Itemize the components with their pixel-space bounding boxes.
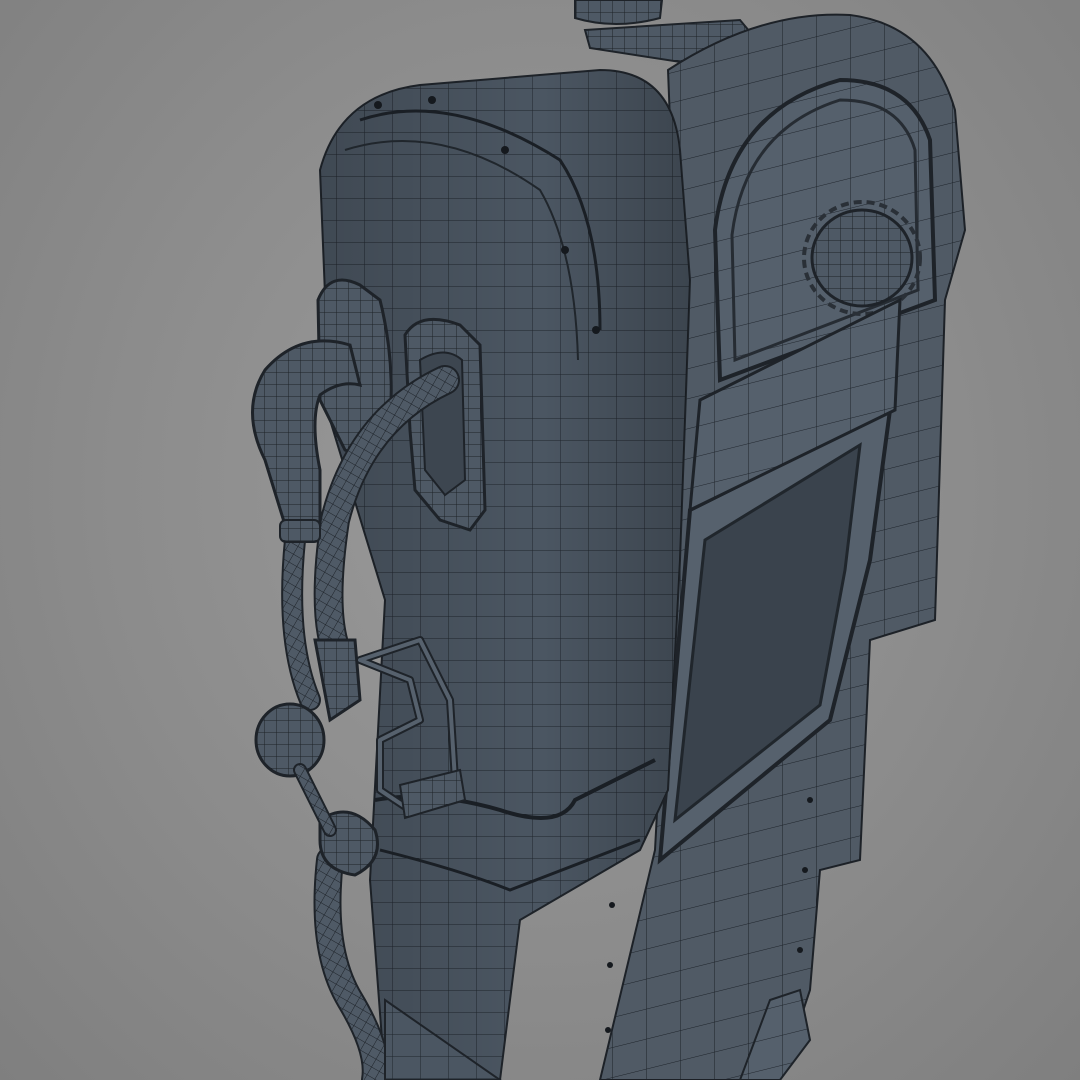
3d-viewport[interactable] xyxy=(0,0,1080,1080)
dome-light xyxy=(810,208,914,308)
wireframe-render xyxy=(251,0,967,1080)
